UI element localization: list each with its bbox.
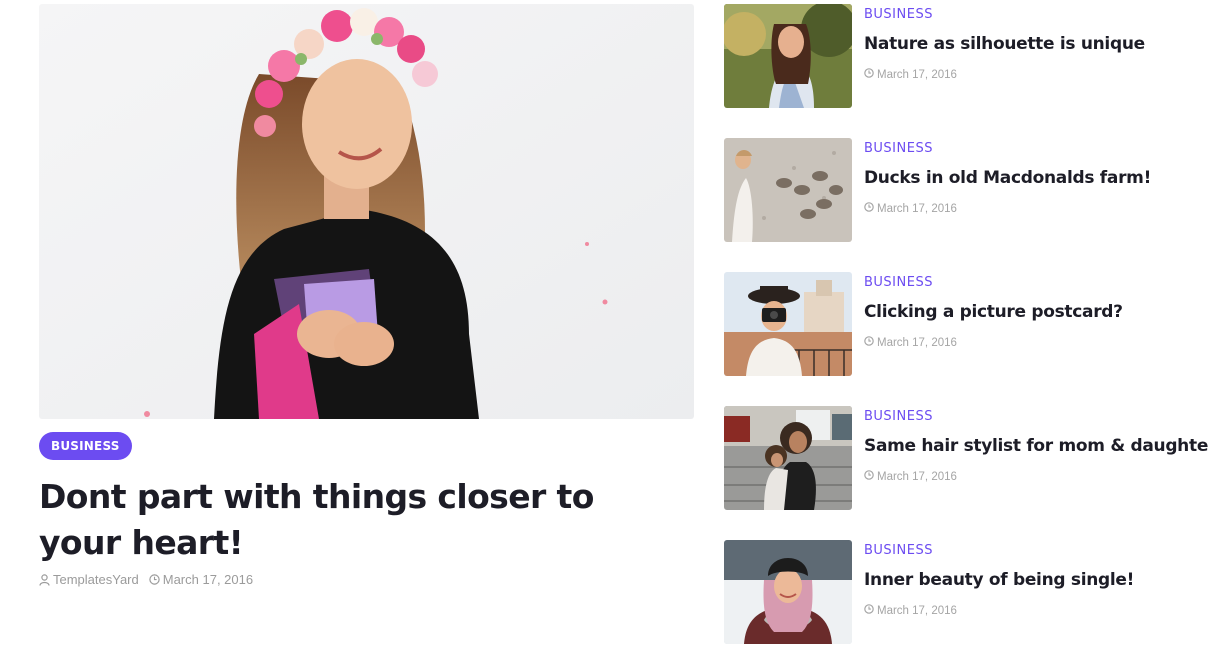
side-post-date-text: March 17, 2016 <box>877 470 957 483</box>
side-post-date: March 17, 2016 <box>864 604 957 617</box>
featured-image[interactable] <box>39 4 694 419</box>
side-post-date-text: March 17, 2016 <box>877 202 957 215</box>
side-post-category[interactable]: BUSINESS <box>864 141 933 156</box>
featured-author[interactable]: TemplatesYard <box>39 572 139 587</box>
featured-author-name: TemplatesYard <box>53 572 139 587</box>
clock-icon <box>864 202 874 215</box>
featured-post: BUSINESS Dont part with things closer to… <box>39 4 694 587</box>
side-post-category[interactable]: BUSINESS <box>864 543 933 558</box>
side-post-date: March 17, 2016 <box>864 470 957 483</box>
side-post-date: March 17, 2016 <box>864 202 957 215</box>
featured-title[interactable]: Dont part with things closer to your hea… <box>39 474 659 566</box>
clock-icon <box>149 574 160 585</box>
side-post-4: BUSINESS Same hair stylist for mom & dau… <box>724 406 1208 510</box>
side-post-2: BUSINESS Ducks in old Macdonalds farm! M… <box>724 138 1194 242</box>
side-post-title[interactable]: Clicking a picture postcard? <box>864 302 1123 322</box>
side-post-category[interactable]: BUSINESS <box>864 275 933 290</box>
clock-icon <box>864 68 874 81</box>
clock-icon <box>864 470 874 483</box>
side-post-date-text: March 17, 2016 <box>877 68 957 81</box>
featured-meta: TemplatesYard March 17, 2016 <box>39 572 253 587</box>
user-icon <box>39 573 50 586</box>
side-post-thumbnail[interactable] <box>724 272 852 376</box>
clock-icon <box>864 336 874 349</box>
featured-date: March 17, 2016 <box>149 572 253 587</box>
side-post-thumbnail[interactable] <box>724 540 852 644</box>
side-post-thumbnail[interactable] <box>724 4 852 108</box>
side-post-3: BUSINESS Clicking a picture postcard? Ma… <box>724 272 1194 376</box>
featured-category-badge[interactable]: BUSINESS <box>39 432 132 460</box>
side-post-title[interactable]: Same hair stylist for mom & daughter! <box>864 436 1208 456</box>
side-post-category[interactable]: BUSINESS <box>864 7 933 22</box>
featured-date-text: March 17, 2016 <box>162 572 254 587</box>
side-post-date-text: March 17, 2016 <box>877 604 957 617</box>
side-post-title[interactable]: Nature as silhouette is unique <box>864 34 1145 54</box>
side-post-date: March 17, 2016 <box>864 336 957 349</box>
side-post-date: March 17, 2016 <box>864 68 957 81</box>
side-post-thumbnail[interactable] <box>724 138 852 242</box>
clock-icon <box>864 604 874 617</box>
side-post-thumbnail[interactable] <box>724 406 852 510</box>
side-post-date-text: March 17, 2016 <box>877 336 957 349</box>
side-post-5: BUSINESS Inner beauty of being single! M… <box>724 540 1194 644</box>
side-post-title[interactable]: Ducks in old Macdonalds farm! <box>864 168 1151 188</box>
side-post-title[interactable]: Inner beauty of being single! <box>864 570 1134 590</box>
side-post-category[interactable]: BUSINESS <box>864 409 933 424</box>
side-post-1: BUSINESS Nature as silhouette is unique … <box>724 4 1194 108</box>
